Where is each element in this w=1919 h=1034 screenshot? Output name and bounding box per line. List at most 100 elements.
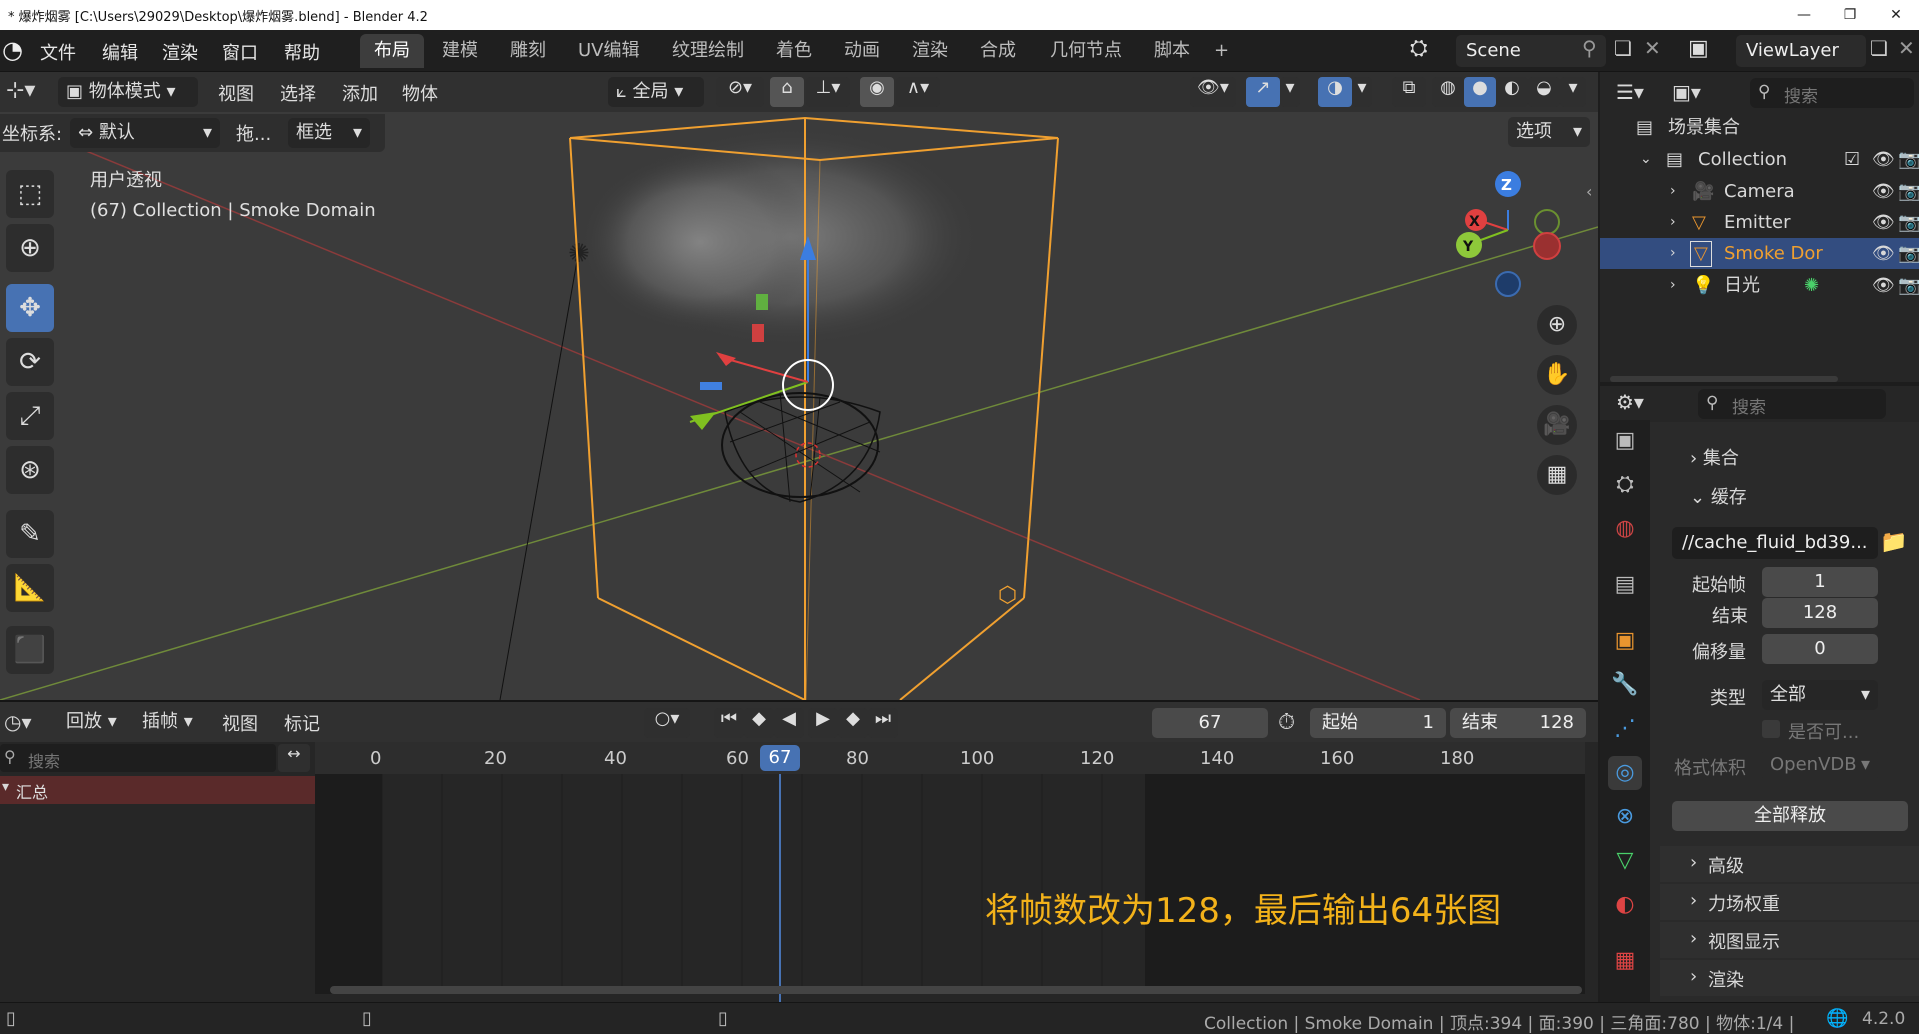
tab-shading[interactable]: 着色 bbox=[762, 34, 826, 68]
chevron-right-icon[interactable]: › bbox=[1670, 176, 1676, 207]
section-advanced[interactable]: › 高级 bbox=[1660, 846, 1919, 882]
eye-icon[interactable]: 👁 bbox=[1872, 207, 1895, 238]
menu-window[interactable]: 窗口 bbox=[222, 39, 258, 65]
folder-icon[interactable]: 📁 bbox=[1880, 530, 1907, 555]
chevron-down-icon[interactable]: ▾ bbox=[1280, 77, 1300, 107]
xray-icon[interactable]: ⧉ bbox=[1392, 77, 1426, 107]
visibility-icon[interactable]: 👁▾ bbox=[1190, 77, 1236, 107]
camera-render-icon[interactable]: 📷 bbox=[1898, 144, 1919, 175]
ortho-grid-icon[interactable]: ▦ bbox=[1537, 455, 1577, 495]
overlays-icon[interactable]: ◑ bbox=[1318, 77, 1352, 107]
camera-render-icon[interactable]: 📷 bbox=[1898, 176, 1919, 207]
jump-start-icon[interactable]: ⏮ bbox=[714, 708, 744, 738]
add-cube-icon[interactable]: ⬛ bbox=[6, 626, 54, 674]
keying-menu[interactable]: 插帧 ▾ bbox=[134, 707, 206, 737]
camera-view-icon[interactable]: 🎥 bbox=[1537, 405, 1577, 445]
move-icon[interactable]: ✥ bbox=[6, 284, 54, 332]
offset-field[interactable]: 0 bbox=[1762, 634, 1878, 664]
chevron-right-icon[interactable]: › bbox=[1670, 270, 1676, 301]
checkbox-icon[interactable]: ☑ bbox=[1844, 144, 1860, 175]
texture-tab-icon[interactable]: ▦ bbox=[1608, 944, 1642, 978]
tab-scripting[interactable]: 脚本 bbox=[1140, 34, 1204, 68]
section-render[interactable]: › 渲染 bbox=[1660, 960, 1919, 996]
frame-end-field[interactable]: 128 bbox=[1762, 598, 1878, 628]
world-tab-icon[interactable]: ◍ bbox=[1608, 512, 1642, 546]
properties-search-input[interactable]: ⚲ 搜索 bbox=[1698, 389, 1886, 419]
delete-viewlayer-icon[interactable]: ✕ bbox=[1898, 36, 1915, 60]
chevron-down-icon[interactable]: ▾ bbox=[1352, 77, 1372, 107]
resumable-checkbox[interactable] bbox=[1762, 720, 1780, 738]
end-frame-field[interactable]: 结束 128 bbox=[1450, 708, 1586, 738]
rotate-icon[interactable]: ⟳ bbox=[6, 338, 54, 386]
editor-type-icon[interactable]: ☰▾ bbox=[1616, 80, 1644, 104]
viewlayer-name-field[interactable]: ViewLayer bbox=[1736, 35, 1866, 67]
drag-dropdown[interactable]: 框选 ▾ bbox=[288, 118, 370, 148]
summary-channel[interactable]: ▾ 汇总 bbox=[0, 776, 315, 804]
eye-icon[interactable]: 👁 bbox=[1872, 144, 1895, 175]
camera-render-icon[interactable]: 📷 bbox=[1898, 270, 1919, 301]
frame-start-field[interactable]: 1 bbox=[1762, 567, 1878, 597]
menu-add[interactable]: 添加 bbox=[342, 80, 378, 106]
outliner-scrollbar[interactable] bbox=[1610, 376, 1838, 382]
menu-view[interactable]: 视图 bbox=[222, 710, 258, 736]
outliner-search-input[interactable]: ⚲ 搜索 bbox=[1750, 78, 1914, 108]
pivot-icon[interactable]: ⊘▾ bbox=[716, 77, 764, 107]
render-tab-icon[interactable]: ▣ bbox=[1608, 424, 1642, 458]
annotate-icon[interactable]: ✎ bbox=[6, 510, 54, 558]
tab-uv-editing[interactable]: UV编辑 bbox=[564, 34, 654, 68]
tab-texture-paint[interactable]: 纹理绘制 bbox=[658, 34, 758, 68]
play-reverse-icon[interactable]: ◀ bbox=[774, 708, 804, 738]
measure-icon[interactable]: 📐 bbox=[6, 564, 54, 612]
section-field-weights[interactable]: › 力场权重 bbox=[1660, 884, 1919, 920]
transform-icon[interactable]: ⊛ bbox=[6, 446, 54, 494]
menu-file[interactable]: 文件 bbox=[40, 39, 76, 65]
timer-icon[interactable]: ⏱ bbox=[1278, 710, 1295, 735]
menu-view[interactable]: 视图 bbox=[218, 80, 254, 106]
gizmo-icon[interactable]: ↗ bbox=[1246, 77, 1280, 107]
minimize-button[interactable]: — bbox=[1781, 0, 1827, 30]
tab-modeling[interactable]: 建模 bbox=[428, 34, 492, 68]
cache-type-dropdown[interactable]: 全部 ▾ bbox=[1762, 680, 1878, 710]
transform-orientation-dropdown[interactable]: ⟀ 全局 ▾ bbox=[608, 77, 704, 107]
constraints-tab-icon[interactable]: ⊗ bbox=[1608, 800, 1642, 834]
collapse-sidebar-icon[interactable]: ‹ bbox=[1586, 182, 1592, 201]
close-button[interactable]: ✕ bbox=[1873, 0, 1919, 30]
tab-animation[interactable]: 动画 bbox=[830, 34, 894, 68]
collection-tab-icon[interactable]: ▤ bbox=[1608, 568, 1642, 602]
data-tab-icon[interactable]: ▽ bbox=[1608, 844, 1642, 878]
outliner-row-object-selected[interactable]: › ▽ Smoke Dor 👁 📷 bbox=[1600, 238, 1919, 269]
chevron-down-icon[interactable]: ⌄ bbox=[1640, 144, 1652, 175]
material-tab-icon[interactable]: ◐ bbox=[1608, 888, 1642, 922]
material-shading-icon[interactable]: ◐ bbox=[1496, 77, 1528, 107]
outliner-row-scene-collection[interactable]: ▤ 场景集合 bbox=[1600, 112, 1919, 143]
menu-object[interactable]: 物体 bbox=[402, 80, 438, 106]
wireframe-shading-icon[interactable]: ◍ bbox=[1432, 77, 1464, 107]
blender-logo-icon[interactable]: ◔ bbox=[2, 36, 23, 64]
menu-render[interactable]: 渲染 bbox=[162, 39, 198, 65]
modifier-tab-icon[interactable]: 🔧 bbox=[1608, 668, 1642, 702]
section-cache[interactable]: ⌄ 缓存 bbox=[1690, 483, 1747, 509]
section-collection[interactable]: › 集合 bbox=[1690, 444, 1739, 470]
maximize-button[interactable]: ❐ bbox=[1827, 0, 1873, 30]
menu-marker[interactable]: 标记 bbox=[284, 710, 320, 736]
cursor-icon[interactable]: ⊕ bbox=[6, 224, 54, 272]
current-frame-field[interactable]: 67 bbox=[1152, 708, 1268, 738]
scene-icon[interactable]: ⛭ bbox=[1410, 36, 1428, 61]
cache-directory-field[interactable]: //cache_fluid_bd39... bbox=[1672, 527, 1878, 559]
new-viewlayer-icon[interactable]: ❏ bbox=[1870, 36, 1888, 60]
prev-keyframe-icon[interactable]: ◆ bbox=[744, 708, 774, 738]
scale-icon[interactable]: ⤢ bbox=[6, 392, 54, 440]
solid-shading-icon[interactable]: ● bbox=[1464, 77, 1496, 107]
proportional-edit-icon[interactable]: ◉ bbox=[860, 77, 894, 107]
new-scene-icon[interactable]: ❏ bbox=[1614, 36, 1632, 60]
editor-type-icon[interactable]: ⚙▾ bbox=[1616, 390, 1644, 414]
options-dropdown[interactable]: 选项 ▾ bbox=[1508, 117, 1590, 147]
auto-key-icon[interactable]: ○▾ bbox=[644, 708, 690, 738]
tab-layout[interactable]: 布局 bbox=[360, 34, 424, 68]
eye-icon[interactable]: 👁 bbox=[1872, 270, 1895, 301]
next-keyframe-icon[interactable]: ◆ bbox=[838, 708, 868, 738]
display-mode-icon[interactable]: ▣▾ bbox=[1672, 80, 1701, 104]
tab-compositing[interactable]: 合成 bbox=[966, 34, 1030, 68]
timeline-scrollbar[interactable] bbox=[330, 986, 1582, 994]
play-icon[interactable]: ▶ bbox=[808, 708, 838, 738]
